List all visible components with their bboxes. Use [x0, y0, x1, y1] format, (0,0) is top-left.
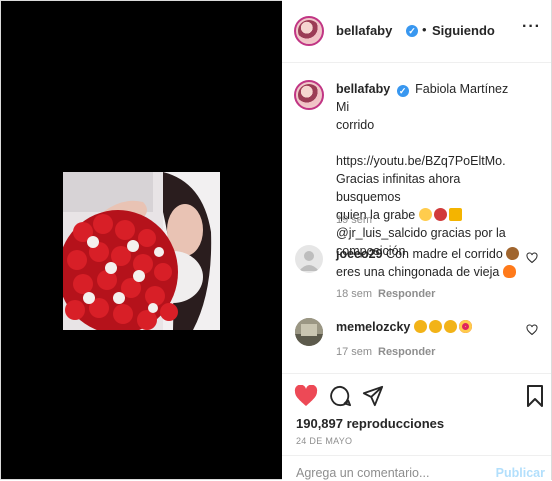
author-username[interactable]: bellafaby — [336, 23, 392, 38]
comment-time[interactable]: 17 sem — [336, 346, 372, 358]
comment-input[interactable]: Agrega un comentario... — [296, 466, 429, 480]
verified-badge-icon: ✓ — [406, 25, 418, 37]
caption-line-2: corrido — [336, 118, 375, 132]
caption-line-5: Gracias infinitas ahora busquemos — [336, 172, 461, 204]
caption-mention[interactable]: @jr_luis_salcido gracias por la — [336, 224, 522, 242]
like-comment-heart-icon[interactable] — [526, 252, 538, 264]
comment-body: memelozcky — [336, 318, 526, 336]
fire-emoji-icon — [502, 265, 516, 278]
caption-time[interactable]: 19 sem — [336, 214, 372, 226]
post-video-frame[interactable] — [63, 172, 220, 330]
landscape-avatar-image — [295, 318, 323, 346]
comment-body: joeeo29 Con madre el corrido eres una ch… — [336, 245, 526, 281]
caption-username[interactable]: bellafaby — [336, 82, 390, 96]
comment-text-line-2: eres una chingonada de vieja — [336, 265, 500, 279]
commenter-avatar[interactable] — [295, 245, 323, 273]
crown-emoji-icon — [448, 208, 462, 221]
post-date[interactable]: 24 DE MAYO — [296, 436, 352, 446]
fist-emoji-icon — [506, 247, 520, 260]
following-button[interactable]: Siguiendo — [432, 23, 495, 38]
comment-bubble-icon[interactable] — [329, 385, 351, 407]
reply-button[interactable]: Responder — [378, 346, 435, 358]
post-caption: bellafaby ✓ Fabiola Martínez Mi corrido … — [336, 80, 522, 260]
post-comment-button[interactable]: Publicar — [496, 466, 545, 480]
devil-emoji-icon — [433, 208, 447, 221]
heart-eyes-emoji-icon — [458, 320, 472, 333]
clap-emoji-icon — [428, 320, 442, 333]
post-header: bellafaby ✓ • Siguiendo ··· — [282, 0, 551, 63]
caption-link[interactable]: https://youtu.be/BZq7PoEltMo. — [336, 152, 522, 170]
post-side-panel: bellafaby ✓ • Siguiendo ··· bellafaby ✓ … — [282, 0, 551, 480]
comment-username[interactable]: joeeo29 — [336, 247, 383, 261]
caption-author-avatar[interactable] — [294, 80, 324, 110]
default-user-icon — [299, 251, 319, 271]
like-comment-heart-icon[interactable] — [526, 324, 538, 336]
like-heart-icon[interactable] — [294, 385, 318, 407]
scream-emoji-icon — [418, 208, 432, 221]
save-bookmark-icon[interactable] — [526, 385, 544, 407]
comment-time[interactable]: 18 sem — [336, 288, 372, 300]
comment-username[interactable]: memelozcky — [336, 320, 410, 334]
comment-text-line-1: Con madre el corrido — [386, 247, 503, 261]
views-count[interactable]: 190,897 reproducciones — [296, 416, 444, 431]
clap-emoji-icon — [413, 320, 427, 333]
roses-photo-image — [63, 172, 220, 330]
more-options-icon[interactable]: ··· — [522, 18, 541, 36]
reply-button[interactable]: Responder — [378, 288, 435, 300]
share-paper-plane-icon[interactable] — [362, 385, 384, 407]
author-avatar[interactable] — [294, 16, 324, 46]
video-player[interactable] — [1, 1, 282, 479]
caption-verified-icon: ✓ — [396, 85, 409, 97]
clap-emoji-icon — [443, 320, 457, 333]
commenter-avatar[interactable] — [295, 318, 323, 346]
comment-composer: Agrega un comentario... Publicar — [282, 455, 551, 481]
separator-dot: • — [422, 22, 427, 37]
